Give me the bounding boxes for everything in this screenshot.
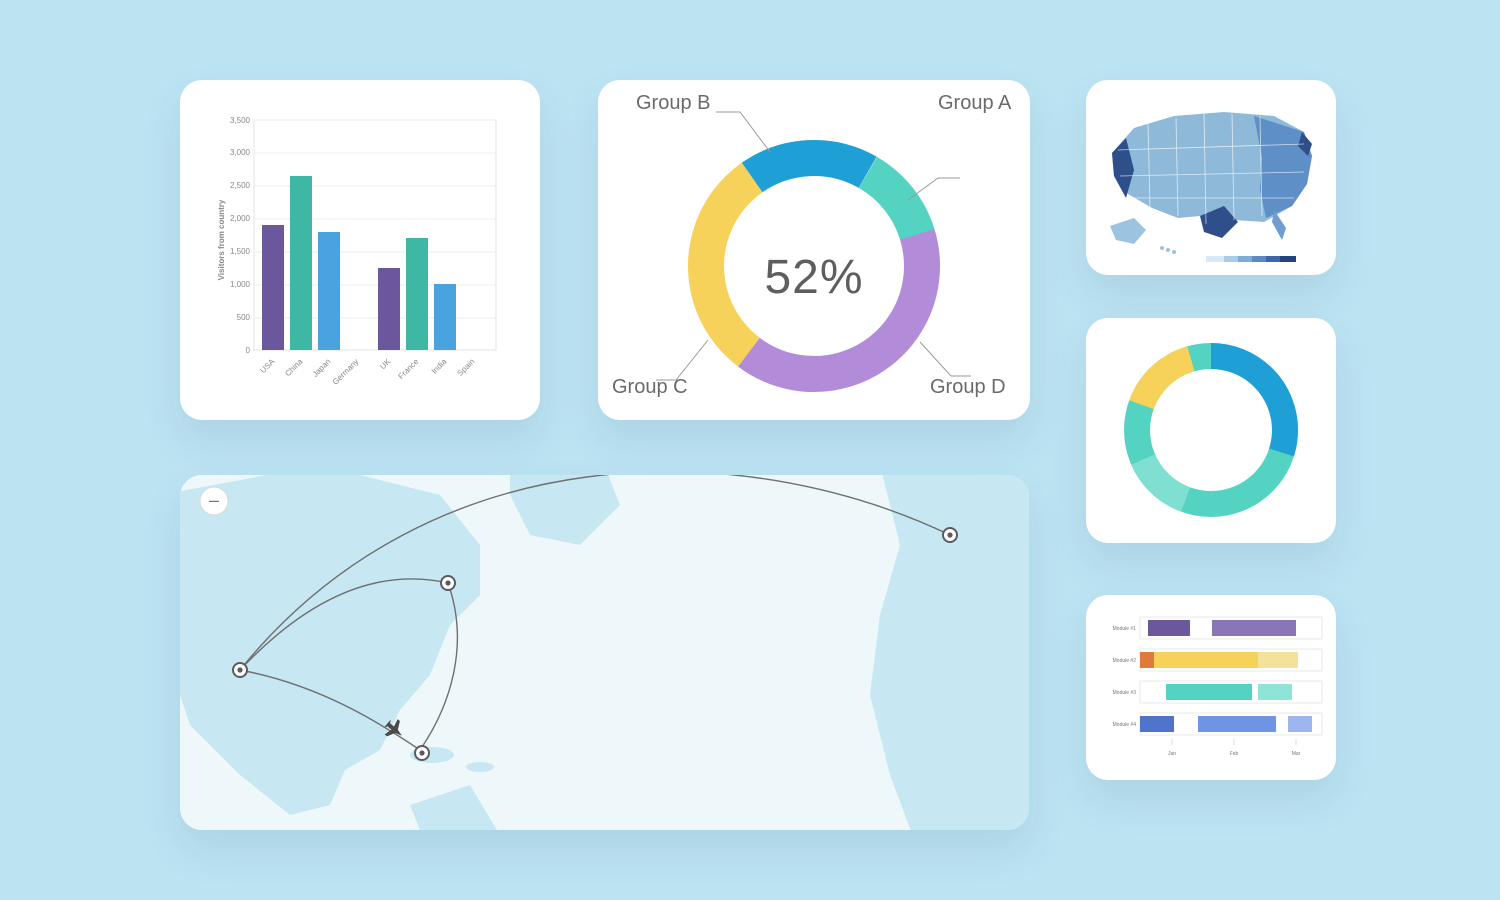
bar-ylabel: Visitors from country [217, 199, 226, 280]
svg-text:India: India [430, 357, 449, 376]
svg-text:Feb: Feb [1230, 751, 1239, 757]
bar-series [262, 176, 456, 350]
svg-text:Mar: Mar [1292, 751, 1301, 757]
svg-text:Module #3: Module #3 [1113, 690, 1137, 696]
card-us-choropleth [1086, 80, 1336, 275]
visitors-bar-chart: 0 500 1,000 1,500 2,000 2,500 3,000 3,50… [180, 80, 540, 420]
card-world-flight-map: – [180, 475, 1029, 830]
card-module-timeline: Module #1 Module #2 Module #3 Module #4 [1086, 595, 1336, 780]
svg-text:Jan: Jan [1168, 751, 1176, 757]
svg-text:–: – [209, 490, 219, 510]
svg-text:500: 500 [237, 313, 251, 322]
svg-text:2,500: 2,500 [230, 181, 251, 190]
svg-text:Module #4: Module #4 [1113, 722, 1137, 728]
small-donut-chart [1086, 318, 1336, 543]
svg-text:3,500: 3,500 [230, 116, 251, 125]
card-group-donut: 52% Group A Group B Group C Group D [598, 80, 1030, 420]
donut-label-d: Group D [930, 376, 1006, 399]
world-flight-map[interactable]: – [180, 475, 1029, 830]
svg-text:3,000: 3,000 [230, 148, 251, 157]
svg-text:0: 0 [246, 346, 251, 355]
donut-center-value: 52% [598, 250, 1030, 305]
svg-text:1,000: 1,000 [230, 280, 251, 289]
us-choropleth-map [1086, 80, 1336, 275]
donut-label-a: Group A [938, 92, 1011, 115]
svg-text:Japan: Japan [311, 357, 333, 379]
donut-label-c: Group C [612, 376, 688, 399]
svg-text:Spain: Spain [456, 357, 477, 378]
svg-text:Germany: Germany [331, 357, 361, 387]
svg-text:1,500: 1,500 [230, 247, 251, 256]
card-visitors-bar-chart: 0 500 1,000 1,500 2,000 2,500 3,000 3,50… [180, 80, 540, 420]
zoom-out-button[interactable]: – [200, 487, 228, 515]
donut-label-b: Group B [636, 92, 710, 115]
svg-text:UK: UK [378, 357, 393, 372]
module-timeline-chart: Module #1 Module #2 Module #3 Module #4 [1086, 595, 1336, 780]
svg-text:USA: USA [258, 357, 276, 375]
svg-text:Module #1: Module #1 [1113, 626, 1137, 632]
svg-text:China: China [283, 357, 305, 379]
svg-text:Module #2: Module #2 [1113, 658, 1137, 664]
card-small-donut [1086, 318, 1336, 543]
svg-text:2,000: 2,000 [230, 214, 251, 223]
dashboard-stage: 0 500 1,000 1,500 2,000 2,500 3,000 3,50… [0, 0, 1500, 900]
svg-text:France: France [396, 357, 420, 381]
